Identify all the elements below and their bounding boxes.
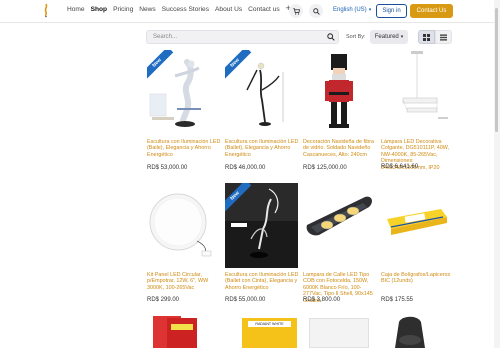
site-header: Home Shop Pricing News Success Stories A… [0, 0, 500, 22]
brand-logo[interactable] [40, 3, 52, 18]
product-card[interactable] [381, 314, 454, 348]
language-label: English (US) [333, 7, 367, 13]
product-image[interactable]: New [225, 50, 298, 135]
product-title[interactable]: Kit Panel LED Circular, p/Empotrar, 12W,… [147, 272, 223, 291]
product-title[interactable]: Escultura con Iluminación LED (Ballet co… [225, 272, 301, 291]
cart-button[interactable] [289, 4, 303, 18]
nav-contact-us[interactable]: Contact us [248, 6, 280, 13]
language-selector[interactable]: English (US) ▾ [333, 7, 371, 13]
product-card[interactable]: Kit Panel LED Circular, p/Empotrar, 12W,… [147, 183, 220, 310]
sort-by-label: Sort By: [346, 34, 366, 40]
nav-home[interactable]: Home [67, 6, 85, 13]
product-price: RD$ 6,641.60 [381, 164, 419, 170]
product-image[interactable] [381, 314, 454, 348]
product-card[interactable]: Lampara de Calle LED Tipo COB con Fotoce… [303, 183, 376, 310]
product-price: RD$ 175.55 [381, 297, 414, 303]
product-title[interactable]: Caja de Bolígrafos/Lapiceros BIC (12unds… [381, 272, 457, 285]
product-card[interactable]: Caja de Bolígrafos/Lapiceros BIC (12unds… [381, 183, 454, 310]
product-card[interactable]: RADIANT WHITE [242, 318, 297, 348]
product-price: RD$ 55,000.00 [225, 297, 266, 303]
paint-can-label: RADIANT WHITE [248, 321, 291, 327]
product-title[interactable]: Escultura con Iluminación LED (Ballet), … [225, 139, 301, 158]
product-card[interactable]: New Escultura con Iluminación LED (Balle… [225, 183, 298, 310]
grid-view-toggle[interactable] [418, 30, 435, 44]
search-icon [312, 7, 320, 15]
nav-pricing[interactable]: Pricing [113, 6, 133, 13]
search-icon[interactable] [327, 33, 335, 41]
contact-us-button[interactable]: Contact Us [410, 4, 453, 18]
product-image[interactable] [309, 318, 369, 348]
product-card[interactable]: Decoración Navideña de fibra de vidrio. … [303, 50, 376, 175]
product-image[interactable] [303, 183, 376, 268]
scrollbar-thumb[interactable] [495, 8, 498, 132]
grid-view-icon [423, 33, 430, 41]
list-view-icon [440, 33, 447, 41]
product-title[interactable]: Decoración Navideña de fibra de vidrio. … [303, 139, 379, 158]
product-image[interactable] [147, 183, 220, 268]
chevron-down-icon: ▾ [368, 7, 372, 13]
sign-in-button[interactable]: Sign in [376, 4, 407, 18]
nav-success-stories[interactable]: Success Stories [162, 6, 209, 13]
product-price: RD$ 3,800.00 [303, 297, 341, 303]
product-image[interactable] [381, 183, 454, 268]
main-nav: Home Shop Pricing News Success Stories A… [67, 4, 297, 14]
product-price: RD$ 125,000.00 [303, 165, 347, 171]
product-price: RD$ 299.00 [147, 297, 180, 303]
nav-news[interactable]: News [139, 6, 156, 13]
nav-shop[interactable]: Shop [91, 6, 107, 13]
product-card[interactable] [147, 314, 220, 348]
list-view-toggle[interactable] [435, 30, 452, 44]
chevron-down-icon: ▾ [400, 34, 404, 40]
product-card[interactable]: New Escultura con Iluminación LED (Balle… [225, 50, 298, 175]
product-card[interactable]: New Escultura con Iluminación LED (Baile… [147, 50, 220, 175]
product-price: RD$ 53,000.00 [147, 165, 188, 171]
product-image[interactable]: New [147, 50, 220, 135]
header-search-button[interactable] [309, 4, 323, 18]
sort-dropdown[interactable]: Featured ▾ [370, 30, 408, 44]
product-title[interactable]: Escultura con Iluminación LED (Baile), E… [147, 139, 223, 158]
cart-icon [292, 7, 300, 15]
product-price: RD$ 46,000.00 [225, 165, 266, 171]
product-image[interactable]: RADIANT WHITE [242, 318, 297, 348]
product-image[interactable] [303, 50, 376, 135]
search-placeholder: Search... [153, 34, 178, 40]
product-search-input[interactable]: Search... [146, 30, 339, 44]
product-image[interactable] [381, 50, 454, 135]
product-image[interactable] [147, 314, 220, 348]
nav-about-us[interactable]: About Us [215, 6, 242, 13]
product-card[interactable]: Lámpara LED Decorativa Colgante, DG51011… [381, 50, 454, 175]
header-divider [0, 22, 500, 23]
product-image[interactable]: New [225, 183, 298, 268]
product-card[interactable] [309, 318, 369, 348]
sort-value: Featured [374, 34, 399, 40]
